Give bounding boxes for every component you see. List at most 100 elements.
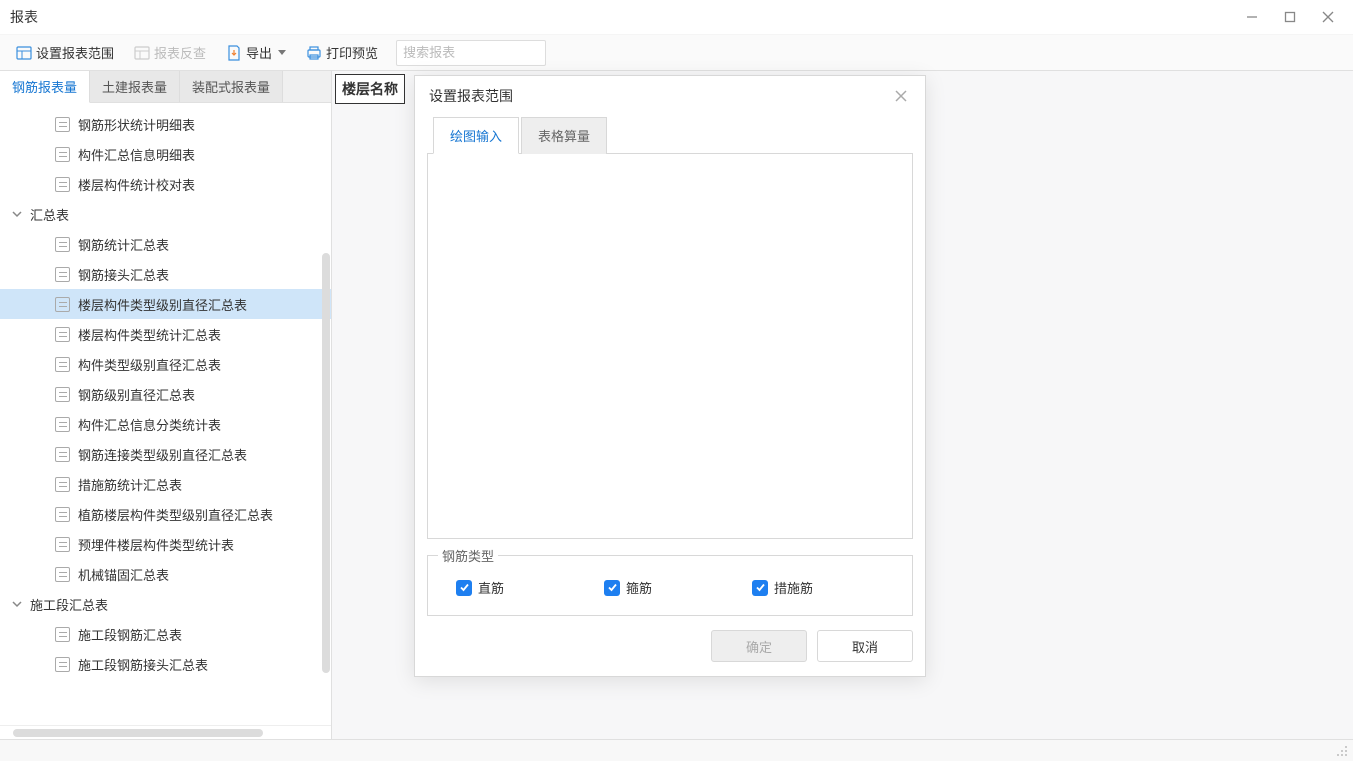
collapse-icon[interactable] [10, 597, 24, 611]
tab-table-calc[interactable]: 表格算量 [521, 117, 607, 154]
checkbox-checked-icon [604, 580, 620, 596]
rebar-type-fieldset: 钢筋类型 直筋 箍筋 措施筋 [427, 555, 913, 616]
tab-prefab[interactable]: 装配式报表量 [180, 71, 283, 102]
tree-group-label: 汇总表 [30, 205, 69, 224]
window-title: 报表 [10, 7, 1237, 27]
tree-item[interactable]: 钢筋级别直径汇总表 [0, 379, 331, 409]
maximize-icon [1284, 11, 1296, 23]
tree-item[interactable]: 楼层构件统计校对表 [0, 169, 331, 199]
sidebar: 钢筋报表量 土建报表量 装配式报表量 钢筋形状统计明细表 构件汇总信息明细表 楼… [0, 71, 332, 739]
checkbox-checked-icon [456, 580, 472, 596]
tree-item[interactable]: 机械锚固汇总表 [0, 559, 331, 589]
tree-item[interactable]: 构件汇总信息明细表 [0, 139, 331, 169]
document-icon [55, 477, 70, 492]
tree-item[interactable]: 预埋件楼层构件类型统计表 [0, 529, 331, 559]
tree-label: 施工段钢筋汇总表 [78, 625, 182, 644]
tree-item[interactable]: 钢筋连接类型级别直径汇总表 [0, 439, 331, 469]
resize-grip-icon[interactable] [1335, 744, 1349, 758]
tree-label: 楼层构件统计校对表 [78, 175, 195, 194]
checkbox-label: 措施筋 [774, 578, 813, 597]
tree-label: 机械锚固汇总表 [78, 565, 169, 584]
document-icon [55, 237, 70, 252]
tab-civil[interactable]: 土建报表量 [90, 71, 180, 102]
tab-rebar[interactable]: 钢筋报表量 [0, 71, 90, 103]
document-icon [55, 177, 70, 192]
tree-item[interactable]: 钢筋接头汇总表 [0, 259, 331, 289]
minimize-button[interactable] [1237, 2, 1267, 32]
ok-button[interactable]: 确定 [711, 630, 807, 662]
tree-label: 楼层构件类型级别直径汇总表 [78, 295, 247, 314]
close-icon [894, 89, 908, 103]
set-report-scope-button[interactable]: 设置报表范围 [8, 39, 122, 66]
tree-item[interactable]: 构件汇总信息分类统计表 [0, 409, 331, 439]
reverse-icon [134, 45, 150, 61]
tree-label: 构件类型级别直径汇总表 [78, 355, 221, 374]
search-box[interactable] [396, 40, 546, 66]
floor-name-label: 楼层名称 [335, 74, 405, 104]
dialog-footer: 确定 取消 [427, 630, 913, 662]
tree-label: 楼层构件类型统计汇总表 [78, 325, 221, 344]
tree-item[interactable]: 施工段钢筋接头汇总表 [0, 649, 331, 679]
titlebar: 报表 [0, 0, 1353, 35]
checkbox-label: 箍筋 [626, 578, 652, 597]
search-input[interactable] [403, 45, 579, 60]
hscroll-thumb[interactable] [13, 729, 263, 737]
tree-label: 构件汇总信息分类统计表 [78, 415, 221, 434]
tree-item[interactable]: 构件类型级别直径汇总表 [0, 349, 331, 379]
tree-label: 钢筋级别直径汇总表 [78, 385, 195, 404]
report-tree[interactable]: 钢筋形状统计明细表 构件汇总信息明细表 楼层构件统计校对表 汇总表 钢筋统计汇总… [0, 103, 331, 725]
checkbox-row: 直筋 箍筋 措施筋 [446, 578, 894, 597]
document-icon [55, 447, 70, 462]
tree-label: 预埋件楼层构件类型统计表 [78, 535, 234, 554]
export-button[interactable]: 导出 [218, 39, 294, 66]
dialog-body: 绘图输入 表格算量 钢筋类型 直筋 箍筋 措施筋 [415, 116, 925, 676]
document-icon [55, 267, 70, 282]
document-icon [55, 357, 70, 372]
checkbox-label: 直筋 [478, 578, 504, 597]
checkbox-stirrup[interactable]: 箍筋 [604, 578, 652, 597]
document-icon [55, 147, 70, 162]
checkbox-checked-icon [752, 580, 768, 596]
document-icon [55, 417, 70, 432]
tree-item[interactable]: 植筋楼层构件类型级别直径汇总表 [0, 499, 331, 529]
sidebar-hscroll[interactable] [0, 725, 331, 739]
export-icon [226, 45, 242, 61]
print-label: 打印预览 [326, 43, 378, 62]
set-scope-dialog: 设置报表范围 绘图输入 表格算量 钢筋类型 直筋 箍筋 [414, 75, 926, 677]
document-icon [55, 537, 70, 552]
tree-label: 植筋楼层构件类型级别直径汇总表 [78, 505, 273, 524]
collapse-icon[interactable] [10, 207, 24, 221]
tree-label: 钢筋形状统计明细表 [78, 115, 195, 134]
chevron-down-icon [278, 50, 286, 55]
tree-item[interactable]: 钢筋统计汇总表 [0, 229, 331, 259]
tree-label: 施工段钢筋接头汇总表 [78, 655, 208, 674]
tree-item-selected[interactable]: 楼层构件类型级别直径汇总表 [0, 289, 331, 319]
window-controls [1237, 2, 1343, 32]
checkbox-measure[interactable]: 措施筋 [752, 578, 813, 597]
tree-item[interactable]: 措施筋统计汇总表 [0, 469, 331, 499]
tree-group-construction[interactable]: 施工段汇总表 [0, 589, 331, 619]
tree-scrollbar[interactable] [322, 253, 330, 673]
dialog-panel [427, 154, 913, 539]
dialog-close-button[interactable] [891, 86, 911, 106]
document-icon [55, 297, 70, 312]
document-icon [55, 327, 70, 342]
close-button[interactable] [1313, 2, 1343, 32]
dialog-tabs: 绘图输入 表格算量 [427, 116, 913, 154]
tree-item[interactable]: 钢筋形状统计明细表 [0, 109, 331, 139]
tab-draw-input[interactable]: 绘图输入 [433, 117, 519, 154]
tree-group-summary[interactable]: 汇总表 [0, 199, 331, 229]
document-icon [55, 567, 70, 582]
tree-item[interactable]: 楼层构件类型统计汇总表 [0, 319, 331, 349]
print-preview-button[interactable]: 打印预览 [298, 39, 386, 66]
scope-icon [16, 45, 32, 61]
maximize-button[interactable] [1275, 2, 1305, 32]
print-icon [306, 45, 322, 61]
tree-item[interactable]: 施工段钢筋汇总表 [0, 619, 331, 649]
cancel-button[interactable]: 取消 [817, 630, 913, 662]
checkbox-straight[interactable]: 直筋 [456, 578, 504, 597]
tree-label: 措施筋统计汇总表 [78, 475, 182, 494]
toolbar: 设置报表范围 报表反查 导出 打印预览 [0, 35, 1353, 71]
tree-label: 钢筋连接类型级别直径汇总表 [78, 445, 247, 464]
close-icon [1322, 11, 1334, 23]
